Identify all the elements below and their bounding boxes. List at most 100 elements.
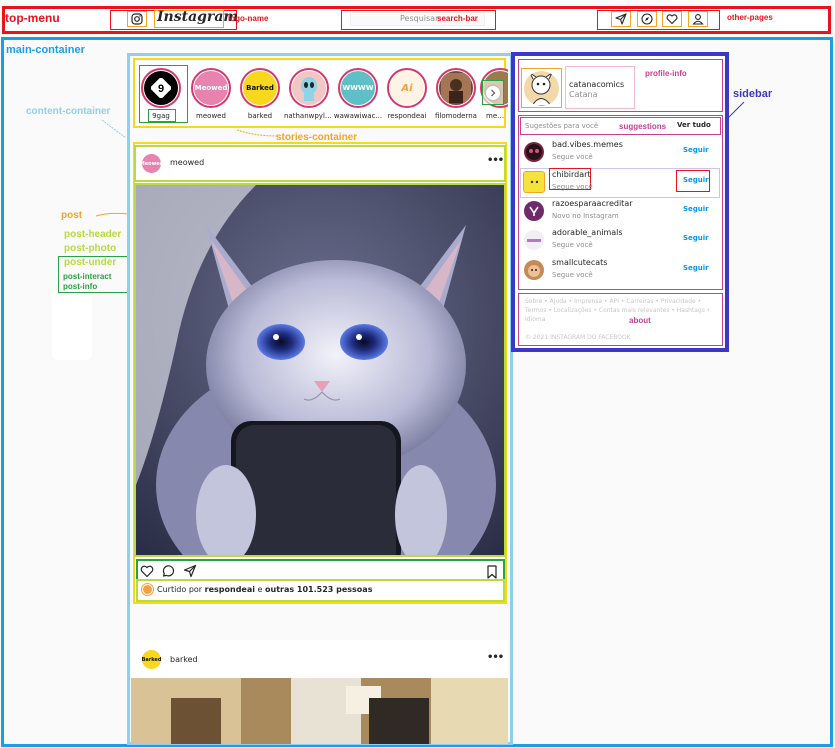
suggestion-row: chibirdart Segue você Seguir (522, 168, 722, 194)
about-links[interactable]: Sobre • Ajuda • Imprensa • API • Carreir… (525, 297, 715, 324)
top-menu-label: top-menu (5, 11, 60, 25)
profile-username[interactable]: catanacomics (569, 80, 624, 89)
post-photo[interactable] (134, 183, 506, 557)
content-container-label: content-container (26, 106, 111, 117)
see-all-link[interactable]: Ver tudo (677, 121, 711, 129)
suggestion-username[interactable]: chibirdart (552, 170, 591, 179)
chevron-right-icon (486, 85, 500, 100)
profile-fullname: Catana (569, 90, 598, 99)
liked-by-user[interactable]: respondeai (205, 585, 255, 594)
stories-next-button[interactable] (482, 80, 504, 105)
heart-icon[interactable] (662, 11, 682, 27)
cat-photo-image (136, 185, 504, 555)
post-photo-label: post-photo (64, 243, 117, 254)
post-username[interactable]: meowed (170, 158, 204, 167)
suggestion-subtext: Segue você (552, 183, 593, 191)
search-bar-label: search-bar (437, 14, 478, 23)
story-avatar-9gag: 9 (144, 71, 178, 105)
post-username[interactable]: barked (170, 655, 198, 664)
about-label: about (629, 316, 651, 325)
sidebar-label: sidebar (733, 88, 773, 100)
story-name: wawawiwac... (333, 112, 383, 120)
story-avatar-nathanwpyle (292, 71, 326, 105)
suggestion-avatar[interactable] (524, 201, 544, 221)
story-name: respondeai (387, 112, 427, 120)
suggestion-row: adorable_animals Segue você Seguir (522, 228, 722, 252)
avatar[interactable]: Barked (142, 650, 161, 669)
suggestion-avatar[interactable] (524, 260, 544, 280)
post-photo[interactable] (131, 678, 508, 744)
liked-by-prefix: Curtido por (157, 585, 203, 594)
liked-by-middle: e (257, 585, 263, 594)
room-photo-image (131, 678, 508, 744)
profile-icon[interactable] (688, 11, 708, 27)
suggestion-username[interactable]: adorable_animals (552, 228, 623, 237)
avatar[interactable]: Meowed (140, 154, 163, 173)
story-name: meme (486, 112, 508, 120)
logo-name-label: logo-name (228, 14, 269, 23)
story-avatar-meowed: Meowed (194, 71, 228, 105)
suggestion-subtext: Novo no Instagram (552, 212, 619, 220)
follow-button[interactable]: Seguir (683, 205, 709, 213)
suggestion-avatar[interactable] (524, 142, 544, 162)
more-options-icon[interactable]: ••• (487, 155, 504, 166)
suggestion-username[interactable]: razoesparaacreditar (552, 199, 633, 208)
sidebar-connector (727, 101, 745, 119)
follow-button[interactable]: Seguir (683, 264, 709, 272)
more-options-icon[interactable]: ••• (487, 652, 504, 663)
comment-icon[interactable] (161, 563, 175, 577)
svg-text:9: 9 (158, 83, 164, 95)
like-heart-icon[interactable] (140, 563, 154, 578)
story-name: barked (247, 112, 273, 120)
follow-button[interactable]: Seguir (683, 146, 709, 154)
liked-by-others[interactable]: outras 101.523 pessoas (265, 585, 372, 594)
direct-icon[interactable] (611, 11, 631, 27)
content-container-connector (101, 119, 127, 139)
profile-info-label: profile-info (645, 69, 687, 78)
story-avatar-wawawiwac: WWWW (341, 71, 375, 105)
story-name: nathanwpyle... (284, 112, 334, 120)
post-interact-label: post-interact (63, 272, 112, 281)
suggestions-label: suggestions (619, 122, 667, 131)
story-avatar-barked: Barked (243, 71, 277, 105)
save-bookmark-icon[interactable] (486, 564, 498, 579)
story-avatar-filomoderna (439, 71, 473, 105)
story-item-filomoderna[interactable]: filomoderna (431, 68, 481, 120)
post-info-label: post-info (63, 282, 98, 291)
post-header-label: post-header (64, 229, 122, 240)
suggestion-avatar[interactable] (523, 171, 545, 193)
story-name: 9gag (152, 112, 170, 120)
story-item-meowed[interactable]: Meowed meowed (186, 68, 236, 120)
suggestion-row: razoesparaacreditar Novo no Instagram Se… (522, 199, 722, 223)
story-item-respondeai[interactable]: Ai respondeai (382, 68, 432, 120)
liked-by-text: Curtido por respondeai e outras 101.523 … (157, 585, 372, 594)
story-item-9gag[interactable]: 9 9gag (136, 68, 186, 120)
story-name: filomoderna (435, 112, 477, 120)
stories-connector (236, 129, 278, 137)
share-icon[interactable] (183, 563, 197, 578)
copyright-text: © 2021 INSTAGRAM DO FACEBOOK (525, 334, 631, 341)
story-item-barked[interactable]: Barked barked (235, 68, 285, 120)
liked-by-avatar[interactable] (142, 584, 153, 595)
post-under-label: post-under (64, 257, 117, 268)
search-placeholder: Pesquisar (400, 14, 439, 23)
explore-icon[interactable] (637, 11, 657, 27)
suggestions-title: Sugestões para você (525, 122, 599, 130)
instagram-icon[interactable] (127, 11, 147, 27)
suggestion-username[interactable]: bad.vibes.memes (552, 140, 623, 149)
suggestion-subtext: Segue você (552, 241, 593, 249)
suggestion-subtext: Segue você (552, 153, 593, 161)
suggestion-row: bad.vibes.memes Segue você Seguir (522, 140, 722, 164)
other-pages-label: other-pages (727, 13, 773, 22)
logo-name[interactable]: Instagram (157, 9, 238, 25)
story-item-wawawiwac[interactable]: WWWW wawawiwac... (333, 68, 383, 120)
story-item-nathanwpyle[interactable]: nathanwpyle... (284, 68, 334, 120)
suggestion-username[interactable]: smallcutecats (552, 258, 607, 267)
suggestion-avatar[interactable] (524, 230, 544, 250)
suggestion-row: smallcutecats Segue você Seguir (522, 258, 722, 282)
follow-button[interactable]: Seguir (683, 176, 709, 184)
suggestion-subtext: Segue você (552, 271, 593, 279)
main-container-label: main-container (6, 44, 85, 56)
follow-button[interactable]: Seguir (683, 234, 709, 242)
profile-avatar[interactable] (524, 71, 559, 106)
